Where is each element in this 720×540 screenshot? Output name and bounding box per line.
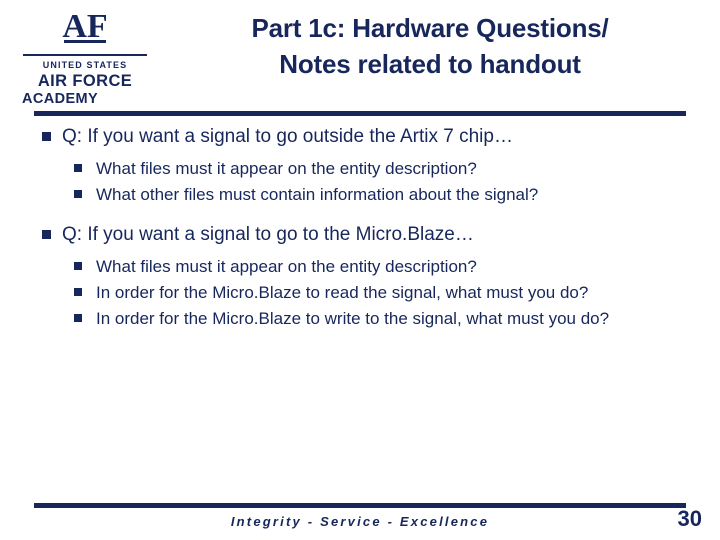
- logo-divider: [23, 54, 147, 56]
- logo-line-academy: ACADEMY: [22, 91, 99, 107]
- bullet-level2-0-0: What files must it appear on the entity …: [34, 156, 694, 181]
- square-bullet-icon: [74, 314, 82, 322]
- bullet-level2-1-0: What files must it appear on the entity …: [34, 254, 694, 279]
- logo-line-air-force: AIR FORCE: [37, 72, 133, 90]
- bullet-level2-1-2-text: In order for the Micro.Blaze to write to…: [96, 309, 610, 328]
- slide-title: Part 1c: Hardware Questions/ Notes relat…: [160, 10, 700, 82]
- slide-body: Q: If you want a signal to go outside th…: [34, 124, 694, 332]
- bullet-level2-0-1: What other files must contain informatio…: [34, 182, 694, 207]
- logo-monogram: AF: [20, 8, 150, 54]
- square-bullet-icon: [74, 288, 82, 296]
- logo-line-united-states: UNITED STATES: [42, 60, 128, 70]
- bullet-level2-1-1-text: In order for the Micro.Blaze to read the…: [96, 283, 589, 302]
- square-bullet-icon: [42, 132, 51, 141]
- slide-title-line-1: Part 1c: Hardware Questions/: [251, 13, 609, 43]
- page-number: 30: [677, 506, 702, 531]
- bullet-level1-1: Q: If you want a signal to go to the Mic…: [34, 222, 694, 248]
- bullet-level2-0-0-text: What files must it appear on the entity …: [96, 159, 477, 178]
- bullet-level2-1-1: In order for the Micro.Blaze to read the…: [34, 280, 694, 305]
- logo-monogram-text: AF: [62, 8, 108, 45]
- slide: AF UNITED STATES AIR FORCE ACADEMY Part …: [0, 0, 720, 540]
- footer-divider: [34, 503, 686, 508]
- bullet-level1-1-text: Q: If you want a signal to go to the Mic…: [62, 224, 474, 245]
- square-bullet-icon: [74, 262, 82, 270]
- square-bullet-icon: [74, 190, 82, 198]
- title-divider: [34, 111, 686, 116]
- usafa-logo: AF UNITED STATES AIR FORCE ACADEMY: [20, 8, 150, 107]
- bullet-level2-0-1-text: What other files must contain informatio…: [96, 185, 539, 204]
- bullet-level2-1-0-text: What files must it appear on the entity …: [96, 257, 477, 276]
- bullet-level2-1-2: In order for the Micro.Blaze to write to…: [34, 306, 694, 331]
- footer-motto: Integrity - Service - Excellence: [230, 514, 490, 529]
- square-bullet-icon: [74, 164, 82, 172]
- bullet-level1-0: Q: If you want a signal to go outside th…: [34, 124, 694, 150]
- bullet-level1-0-text: Q: If you want a signal to go outside th…: [62, 126, 513, 147]
- square-bullet-icon: [42, 230, 51, 239]
- slide-title-line-2: Notes related to handout: [279, 49, 581, 79]
